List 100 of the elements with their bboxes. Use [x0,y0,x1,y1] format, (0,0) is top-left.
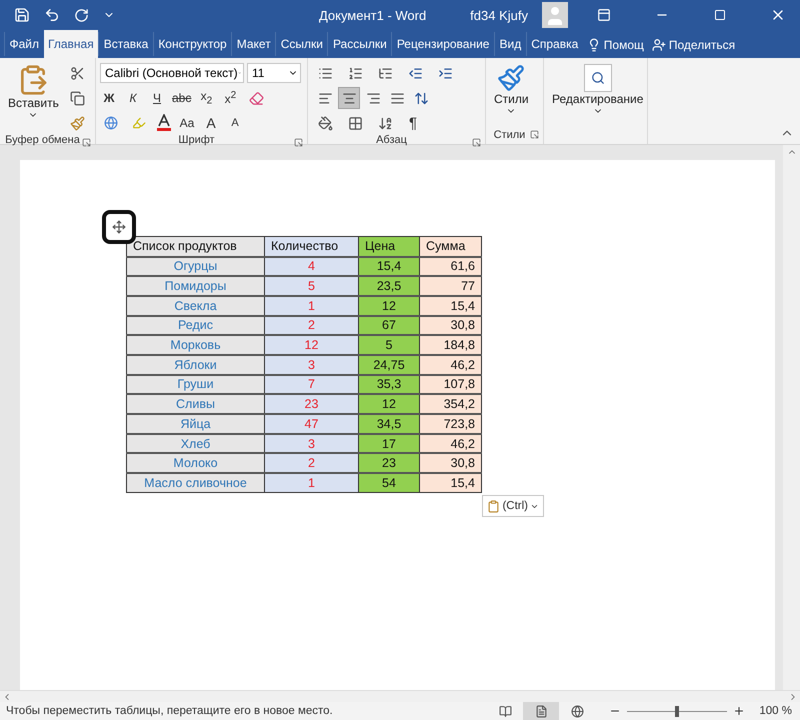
table-cell: 15,4 [420,473,482,493]
table-cell: 354,2 [420,394,482,414]
format-button[interactable]: x$_{2}$ [197,89,216,107]
table-cell: 77 [420,276,482,296]
table-cell: Редис [126,316,264,336]
format-button[interactable]: Ч [148,91,166,105]
table-cell: 5 [264,276,358,296]
table-cell: 3 [264,434,358,454]
launcher-icon[interactable] [472,138,481,147]
table-cell: Свекла [126,296,264,316]
table-cell: 23 [358,453,420,474]
ribbon-tab[interactable]: Ссылки [275,32,328,56]
print-layout-button[interactable] [523,702,560,720]
web-layout-icon [570,704,584,718]
table-cell: 5 [358,335,420,355]
paste-options-button[interactable]: (Ctrl) [482,495,544,518]
table-cell: 47 [264,414,358,434]
share-button[interactable]: Поделиться [648,32,740,58]
table-cell: 107,8 [420,374,482,394]
table-cell: Сливы [126,394,264,414]
group-label: Шрифт [178,134,215,146]
user-name: fd34 Kjufy [470,8,528,22]
editing-button[interactable]: Редактирование [548,62,648,144]
font-name-field[interactable]: Calibri (Основной текст) [100,63,244,83]
status-message: Чтобы переместить таблицы, перетащите его в новое место. [6,705,334,717]
table-cell: 30,8 [420,316,482,336]
undo-icon[interactable] [44,7,60,23]
table-cell: 23,5 [358,276,420,296]
table-cell: Яблоки [126,354,264,375]
format-button[interactable]: abc [172,91,192,105]
group-label: Стили [494,129,526,141]
font-color-icon[interactable] [156,114,172,132]
search-icon [584,64,612,92]
table-cell: 17 [358,434,420,454]
launcher-icon[interactable] [82,138,91,147]
redo-icon[interactable] [74,8,89,22]
save-icon[interactable] [14,7,30,23]
table-cell: Хлеб [126,434,264,454]
table-cell: Молоко [126,453,264,474]
table-cell: 1 [264,473,358,493]
font-size-field[interactable]: 11 [247,63,301,83]
ribbon-display-icon[interactable] [597,8,611,22]
table-cell: 30,8 [420,453,482,474]
show-marks-button[interactable]: ¶ [404,114,422,132]
shrink-font-button[interactable]: A [226,117,244,129]
format-button[interactable]: К [124,91,142,105]
ribbon-tab[interactable]: Вид [494,32,526,56]
format-button[interactable]: Ж [100,91,118,105]
read-mode-icon [498,704,512,718]
format-button[interactable]: x$^{2}$ [221,90,240,106]
tell-me-button[interactable]: Помощ [582,32,648,58]
table-cell: 24,75 [358,354,420,375]
align-left-icon [318,90,332,106]
ribbon-tab[interactable]: Вставка [98,32,153,56]
zoom-in-icon[interactable] [733,705,746,717]
group-label: Абзац [376,134,407,146]
table-cell: 723,8 [420,414,482,434]
table-cell: Яйца [126,414,264,434]
table-cell: 4 [264,256,358,276]
styles-button[interactable]: Стили [490,62,533,126]
column-header: Список продуктов [126,236,264,256]
zoom-thumb[interactable] [675,706,680,716]
person-plus-icon [652,38,666,52]
table-cell: Огурцы [126,256,264,276]
maximize-icon[interactable] [714,9,726,21]
launcher-icon[interactable] [530,130,539,139]
table-cell: 2 [264,453,358,474]
window-title: Документ1 - Word [318,8,428,22]
table-cell: Помидоры [126,276,264,296]
ribbon-tab[interactable]: Конструктор [152,32,232,56]
align-justify-icon [390,90,404,106]
align-center-button[interactable] [338,87,360,109]
table-cell: 61,6 [420,256,482,276]
paste-button[interactable]: Вставить [4,62,63,134]
ribbon-tab[interactable]: Рецензирование [391,32,494,56]
table-cell: Груши [126,374,264,394]
ribbon-tab[interactable]: Макет [231,32,276,56]
table-cell: Масло сливочное [126,473,264,493]
table-cell: 46,2 [420,354,482,375]
column-header: Количество [264,236,358,256]
grow-font-button[interactable]: A [202,115,220,131]
launcher-icon[interactable] [294,138,303,147]
ribbon-tab[interactable]: Рассылки [327,32,392,56]
table-cell: 12 [264,335,358,355]
clipboard-icon [487,500,500,513]
table-cell: 184,8 [420,335,482,355]
table-cell: 12 [358,394,420,414]
table-cell: 15,4 [358,256,420,276]
ribbon-tab[interactable]: Главная [44,30,98,58]
table-cell: 15,4 [420,296,482,316]
avatar-icon [542,2,568,28]
ribbon-tab[interactable]: Справка [526,32,583,56]
table-cell: 12 [358,296,420,316]
table-cell: Морковь [126,335,264,355]
group-label: Буфер обмена [5,134,80,146]
table-cell: 35,3 [358,374,420,394]
table-cell: 1 [264,296,358,316]
change-case-button[interactable]: Aa [178,116,196,130]
table-cell: 46,2 [420,434,482,454]
column-header: Цена [358,236,420,256]
